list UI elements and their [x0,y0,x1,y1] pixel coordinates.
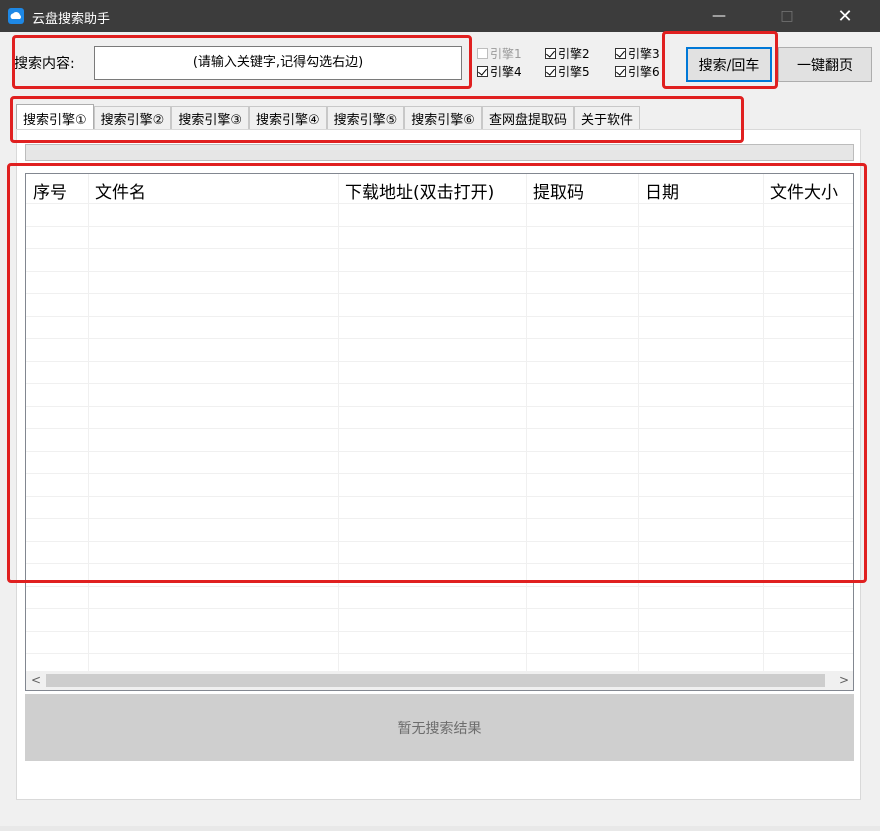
column-header-file-size[interactable]: 文件大小 [770,178,838,203]
window-bottom-edge [0,826,880,831]
table-row-line [26,226,853,227]
table-row-line [26,271,853,272]
engine-6-checkbox[interactable]: 引擎6 [615,63,660,79]
tab-engine-3[interactable]: 搜索引擎③ [171,106,249,130]
tab-engine-4[interactable]: 搜索引擎④ [248,106,327,130]
tab-engine-6[interactable]: 搜索引擎⑥ [404,106,482,130]
horizontal-scrollbar[interactable]: < > [26,671,853,690]
table-row-line [26,293,853,294]
scroll-left-icon[interactable]: < [31,673,41,687]
progress-bar [25,144,854,161]
table-row-line [26,541,853,542]
table-row-line [26,316,853,317]
engine-label: 引擎2 [558,46,590,61]
table-row-line [26,518,853,519]
title-bar: 云盘搜索助手 — □ ✕ [0,0,880,32]
minimize-button[interactable]: — [696,0,742,32]
table-row-line [26,428,853,429]
engine-label: 引擎1 [490,46,522,61]
checkbox-box [545,65,556,77]
column-header-filename[interactable]: 文件名 [95,178,146,203]
tab-about[interactable]: 关于软件 [573,106,640,130]
checkbox-box [545,47,556,59]
engine-label: 引擎4 [490,64,522,79]
tab-engine-2[interactable]: 搜索引擎② [93,106,172,130]
engine-tabs: 搜索引擎① 搜索引擎② 搜索引擎③ 搜索引擎④ 搜索引擎⑤ 搜索引擎⑥ 查网盘提… [16,104,640,131]
table-row-line [26,496,853,497]
engine-5-checkbox[interactable]: 引擎5 [545,63,590,79]
search-input[interactable]: (请输入关键字,记得勾选右边) [94,46,462,80]
table-row-line [26,563,853,564]
tab-engine-1[interactable]: 搜索引擎① [16,104,94,131]
table-row-line [26,653,853,654]
table-row-line [26,631,853,632]
checkbox-box [477,47,488,59]
maximize-button[interactable]: □ [764,0,810,32]
table-row-line [26,608,853,609]
column-header-index[interactable]: 序号 [33,178,67,203]
checkbox-box [615,47,626,59]
table-row-line [26,338,853,339]
engine-label: 引擎5 [558,64,590,79]
column-header-extract-code[interactable]: 提取码 [533,178,584,203]
tab-engine-5[interactable]: 搜索引擎⑤ [326,106,405,130]
checkbox-box [615,65,626,77]
table-row-line [26,248,853,249]
column-header-download-url[interactable]: 下载地址(双击打开) [345,178,494,203]
checkbox-box [477,65,488,77]
results-table[interactable]: 序号 文件名 下载地址(双击打开) 提取码 日期 文件大小 < > [25,173,854,691]
tab-extract-code[interactable]: 查网盘提取码 [481,106,574,130]
table-row-line [26,203,853,204]
table-row-line [26,586,853,587]
table-row-line [26,383,853,384]
table-row-line [26,451,853,452]
engine-3-checkbox[interactable]: 引擎3 [615,45,660,61]
engine-2-checkbox[interactable]: 引擎2 [545,45,590,61]
status-area: 暂无搜索结果 [25,694,854,761]
cloud-app-icon [8,8,24,24]
column-header-date[interactable]: 日期 [645,178,679,203]
table-row-line [26,473,853,474]
search-label: 搜索内容: [14,56,75,72]
scrollbar-thumb[interactable] [46,674,825,687]
window-title: 云盘搜索助手 [32,12,111,27]
table-row-line [26,406,853,407]
table-row-line [26,361,853,362]
engine-label: 引擎3 [628,46,660,61]
search-button[interactable]: 搜索/回车 [686,47,772,82]
engine-label: 引擎6 [628,64,660,79]
scroll-right-icon[interactable]: > [839,673,849,687]
engine-1-checkbox[interactable]: 引擎1 [477,45,522,61]
close-button[interactable]: ✕ [822,0,868,32]
engine-4-checkbox[interactable]: 引擎4 [477,63,522,79]
next-page-button[interactable]: 一键翻页 [778,47,872,82]
